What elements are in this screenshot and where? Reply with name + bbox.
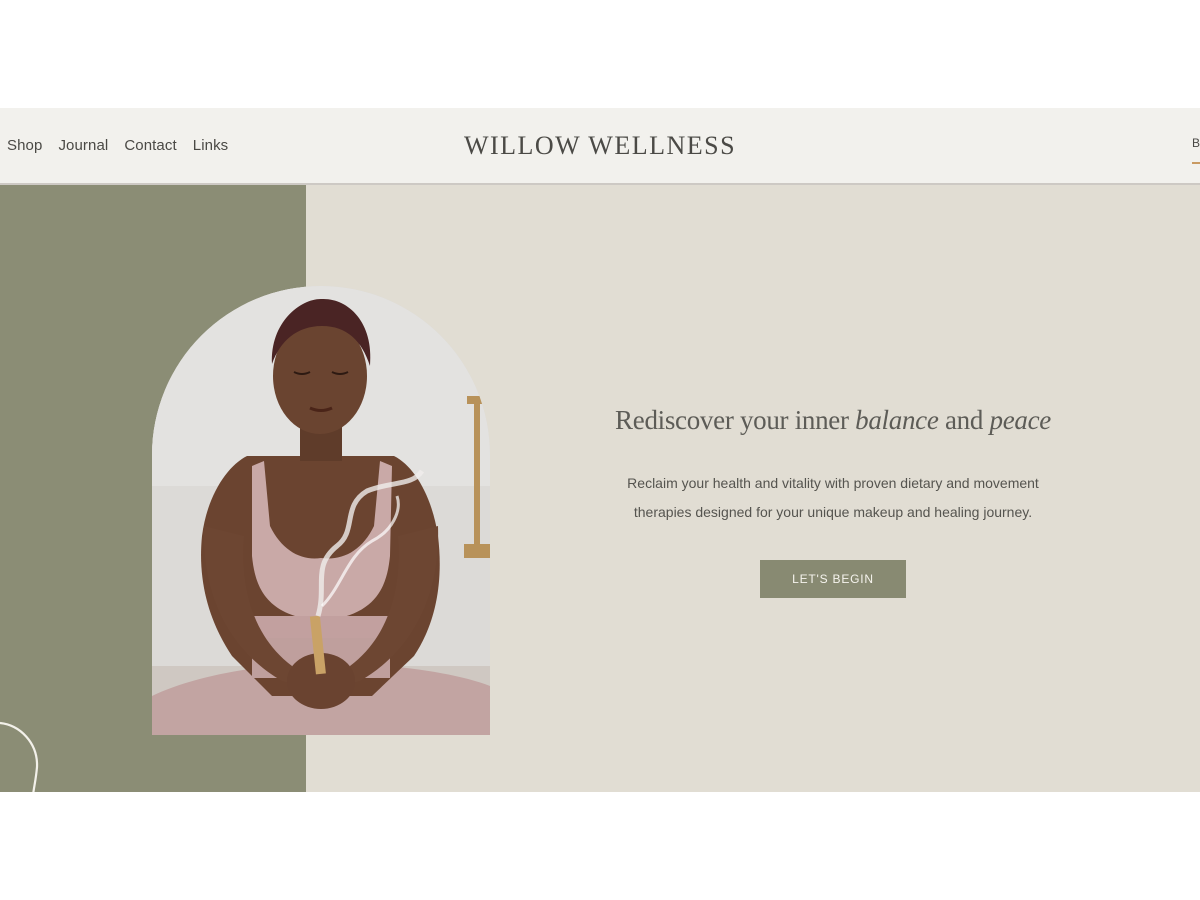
hero-content: Rediscover your inner balance and peace … (560, 405, 1106, 598)
hero-description-line-2: therapies designed for your unique makeu… (633, 504, 1033, 520)
page: Shop Journal Contact Links WILLOW WELLNE… (0, 0, 1200, 900)
brand-logo[interactable]: WILLOW WELLNESS (0, 108, 1200, 183)
header-cta-link[interactable]: B (1192, 134, 1200, 164)
hero-description: Reclaim your health and vitality with pr… (560, 469, 1106, 527)
lets-begin-button[interactable]: LET'S BEGIN (760, 560, 906, 598)
site-header: Shop Journal Contact Links WILLOW WELLNE… (0, 108, 1200, 185)
hero-description-line-1: Reclaim your health and vitality with pr… (627, 475, 1039, 491)
hero-title: Rediscover your inner balance and peace (615, 405, 1051, 435)
decorative-line (0, 721, 39, 792)
hero-section: Rediscover your inner balance and peace … (0, 185, 1200, 792)
hero-photo-arch (152, 286, 490, 735)
meditating-woman-image (152, 286, 490, 735)
